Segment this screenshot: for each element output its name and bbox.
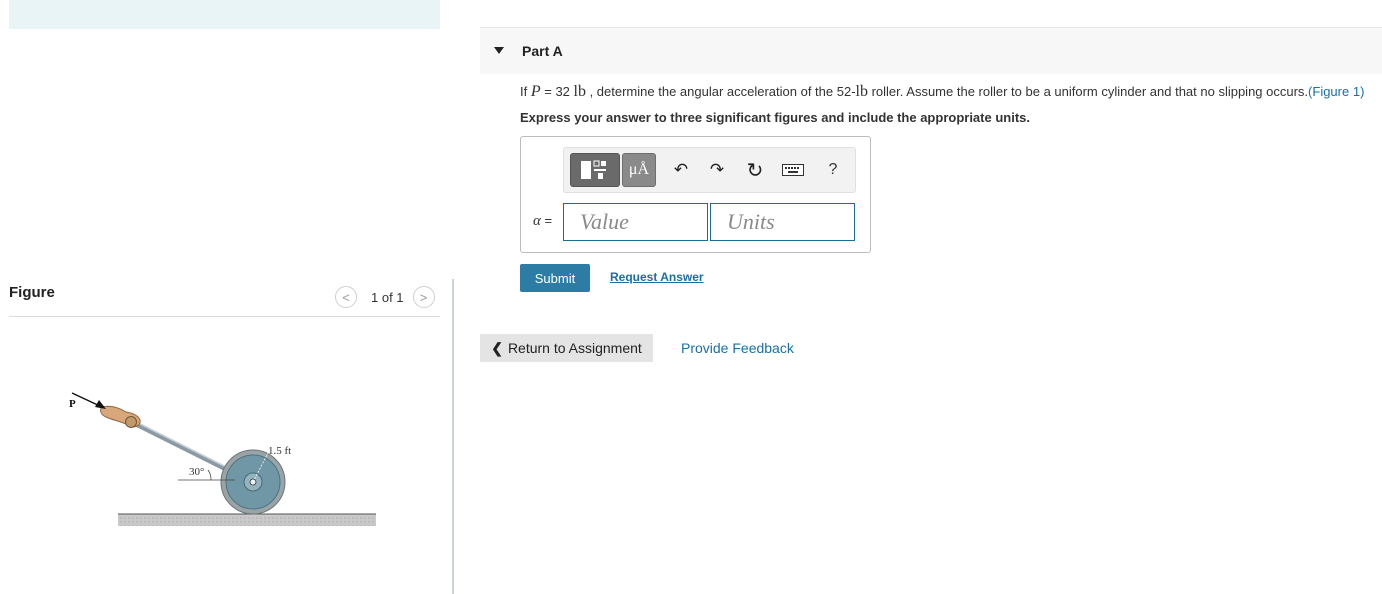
- instruction-text: Express your answer to three significant…: [520, 110, 1030, 125]
- figure-link[interactable]: (Figure 1): [1308, 84, 1364, 99]
- reset-icon[interactable]: ↻: [742, 153, 768, 187]
- return-to-assignment-button[interactable]: ❮ Return to Assignment: [480, 334, 653, 362]
- answer-label: α =: [533, 213, 552, 230]
- figure-pager: < 1 of 1 >: [335, 286, 435, 308]
- pager-text: 1 of 1: [371, 289, 404, 305]
- undo-icon[interactable]: ↶: [668, 153, 694, 187]
- return-label: Return to Assignment: [507, 340, 642, 356]
- answer-box: μÅ ↶ ↷ ↻ ? α =: [520, 136, 871, 253]
- problem-statement: If P = 32 lb , determine the angular acc…: [520, 83, 1364, 101]
- force-variable: P: [530, 83, 541, 100]
- provide-feedback-link[interactable]: Provide Feedback: [681, 340, 794, 356]
- angle-label: 30°: [189, 466, 204, 478]
- figure-divider: [9, 316, 440, 317]
- templates-icon: [581, 160, 606, 179]
- keyboard-button[interactable]: [780, 153, 806, 187]
- problem-text: roller. Assume the roller to be a unifor…: [867, 84, 1309, 99]
- value-input[interactable]: [563, 203, 708, 241]
- templates-button[interactable]: [570, 153, 620, 187]
- chevron-left-icon: <: [342, 289, 350, 305]
- request-answer-link[interactable]: Request Answer: [610, 270, 704, 284]
- previous-figure-button[interactable]: <: [335, 286, 357, 308]
- part-title: Part A: [522, 43, 563, 59]
- equals-sign: =: [540, 213, 553, 228]
- problem-text: If: [520, 84, 531, 99]
- chevron-right-icon: >: [419, 289, 428, 305]
- problem-text: = 32: [540, 84, 574, 99]
- keyboard-icon: [782, 164, 804, 176]
- part-a-header[interactable]: Part A: [480, 27, 1382, 74]
- ground: [118, 514, 376, 526]
- roller-figure: P 1.5 ft 30°: [69, 392, 376, 526]
- alpha-symbol: α: [533, 213, 541, 229]
- unit-lb: lb: [855, 83, 868, 100]
- units-input[interactable]: [710, 203, 855, 241]
- top-banner: [9, 0, 440, 29]
- redo-icon[interactable]: ↷: [704, 153, 730, 187]
- figure-title: Figure: [9, 284, 55, 301]
- unit-lb: lb: [573, 83, 586, 100]
- submit-button[interactable]: Submit: [520, 264, 590, 292]
- panel-divider: [452, 279, 454, 594]
- problem-text: , determine the angular acceleration of …: [585, 84, 856, 99]
- next-figure-button[interactable]: >: [412, 286, 435, 308]
- caret-down-icon: [494, 47, 504, 54]
- help-button[interactable]: ?: [820, 153, 846, 187]
- radius-label: 1.5 ft: [268, 445, 291, 457]
- math-toolbar: μÅ ↶ ↷ ↻ ?: [563, 147, 856, 193]
- chevron-left-icon: ❮: [491, 339, 503, 356]
- force-label: P: [69, 398, 76, 410]
- units-button[interactable]: μÅ: [622, 153, 656, 187]
